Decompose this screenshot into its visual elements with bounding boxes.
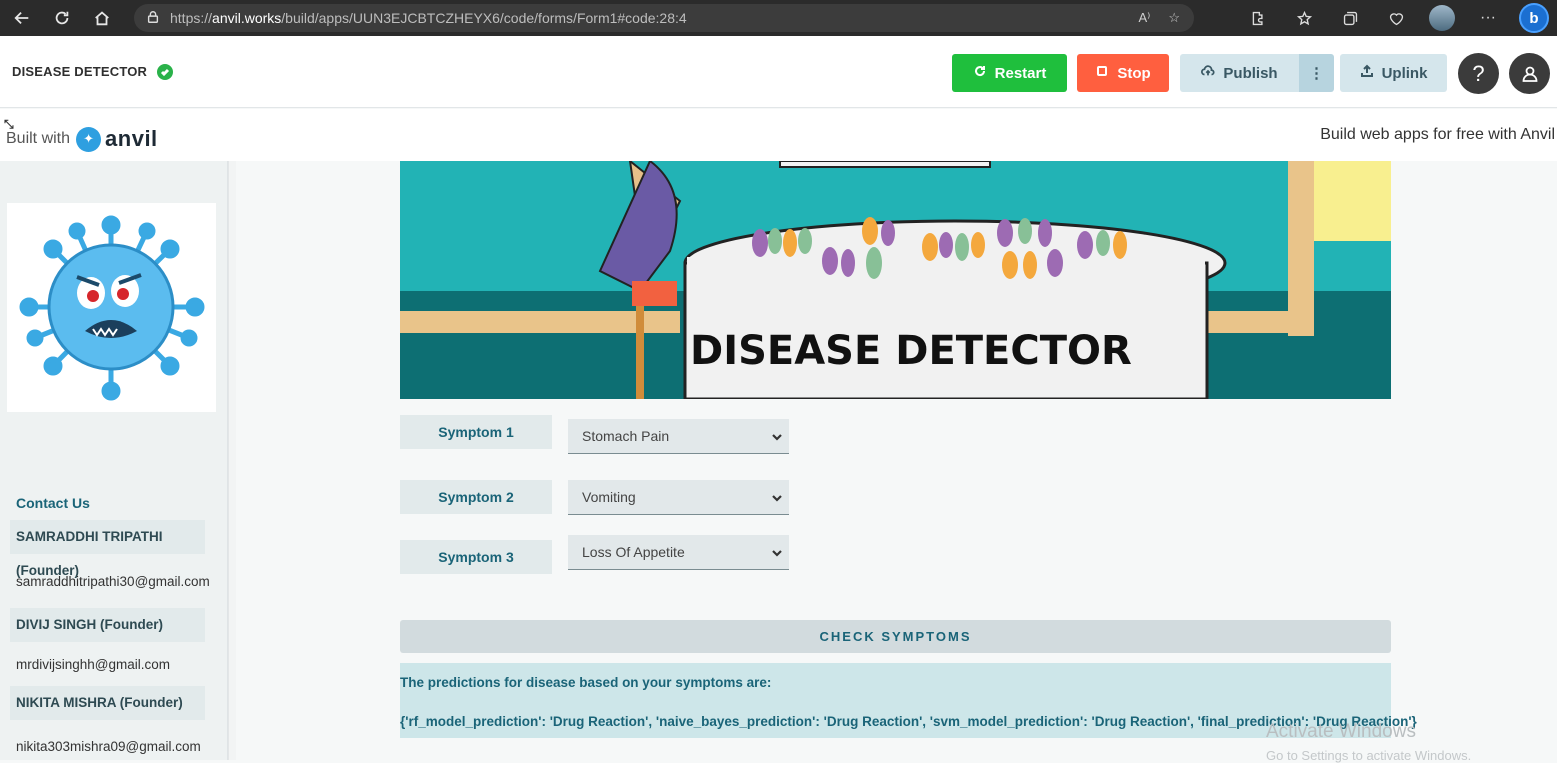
result-heading: The predictions for disease based on you… <box>400 675 772 690</box>
chevron-down-icon <box>771 546 783 562</box>
lock-icon <box>146 10 160 27</box>
profile-avatar[interactable] <box>1419 0 1465 36</box>
symptom-label: Symptom 2 <box>400 480 552 514</box>
user-icon[interactable] <box>1509 53 1550 94</box>
symptom-1-value: Stomach Pain <box>582 428 670 444</box>
extensions-icon[interactable] <box>1235 0 1281 36</box>
url-prefix: https:// <box>170 10 213 26</box>
symptom-2-dropdown[interactable]: Vomiting <box>568 480 789 515</box>
uplink-label: Uplink <box>1381 64 1428 82</box>
built-with-bar: Built with ✦ anvil ⤡ Build web apps for … <box>0 109 1557 161</box>
hero-title: DISEASE DETECTOR <box>690 328 1132 374</box>
activate-windows-watermark: Activate Windows <box>1266 721 1416 742</box>
bing-icon[interactable]: b <box>1511 0 1557 36</box>
restart-icon <box>973 64 987 82</box>
symptom-1-dropdown[interactable]: Stomach Pain <box>568 419 789 454</box>
symptom-3-dropdown[interactable]: Loss Of Appetite <box>568 535 789 570</box>
symptom-label: Symptom 3 <box>400 540 552 574</box>
stop-button[interactable]: Stop <box>1077 54 1169 92</box>
result-text: {'rf_model_prediction': 'Drug Reaction',… <box>400 714 1417 729</box>
stop-icon <box>1095 64 1109 82</box>
restart-button[interactable]: Restart <box>952 54 1067 92</box>
founder-name: NIKITA MISHRA (Founder) <box>10 686 205 720</box>
uplink-button[interactable]: Uplink <box>1340 54 1447 92</box>
help-button[interactable]: ? <box>1458 53 1499 94</box>
build-free-link[interactable]: Build web apps for free with Anvil <box>1320 126 1555 144</box>
cloud-upload-icon <box>1201 64 1215 82</box>
refresh-icon[interactable] <box>44 0 80 36</box>
symptom-label: Symptom 1 <box>400 415 552 449</box>
address-bar[interactable]: https://anvil.works/build/apps/UUN3EJCBT… <box>134 4 1194 32</box>
founder-email[interactable]: nikita303mishra09@gmail.com <box>16 739 201 754</box>
anvil-logo-icon: ✦ <box>76 126 102 152</box>
anvil-logo-word: anvil <box>105 126 158 151</box>
check-symptoms-button[interactable]: CHECK SYMPTOMS <box>400 620 1391 653</box>
founder-email[interactable]: samraddhitripathi30@gmail.com <box>16 574 210 589</box>
founder-email[interactable]: mrdivijsinghh@gmail.com <box>16 657 170 672</box>
home-icon[interactable] <box>84 0 120 36</box>
favorites-icon[interactable] <box>1281 0 1327 36</box>
publish-button[interactable]: Publish <box>1180 54 1299 92</box>
stop-label: Stop <box>1117 64 1151 82</box>
browser-toolbar: https://anvil.works/build/apps/UUN3EJCBT… <box>0 0 1557 36</box>
check-circle-icon <box>157 63 174 80</box>
built-with-link[interactable]: Built with ✦ anvil <box>6 126 158 152</box>
app-header: DISEASE DETECTOR Restart Stop Publish ⋮ … <box>0 36 1557 108</box>
health-icon[interactable] <box>1373 0 1419 36</box>
symptom-2-value: Vomiting <box>582 489 636 505</box>
chevron-down-icon <box>771 430 783 446</box>
upload-icon <box>1360 64 1374 82</box>
prediction-result-panel: The predictions for disease based on you… <box>400 663 1417 738</box>
chevron-down-icon <box>771 491 783 507</box>
publish-menu-button[interactable]: ⋮ <box>1299 54 1334 92</box>
collapse-icon[interactable]: ⤡ <box>4 117 14 132</box>
anvil-logo: ✦ anvil <box>76 126 158 152</box>
publish-label: Publish <box>1223 64 1278 82</box>
app-name: DISEASE DETECTOR <box>12 64 148 79</box>
read-aloud-icon[interactable]: A⁾ <box>1138 10 1150 26</box>
collections-icon[interactable] <box>1327 0 1373 36</box>
hero-banner-image: DISEASE DETECTOR <box>400 161 1391 399</box>
founder-name: DIVIJ SINGH (Founder) <box>10 608 205 642</box>
back-icon[interactable] <box>4 0 40 36</box>
sidebar-scrollbar[interactable] <box>228 161 236 760</box>
favorite-add-icon[interactable]: ☆ <box>1168 10 1180 26</box>
activate-windows-hint: Go to Settings to activate Windows. <box>1266 748 1472 763</box>
restart-label: Restart <box>994 64 1047 82</box>
symptom-3-value: Loss Of Appetite <box>582 544 685 560</box>
founder-name: SAMRADDHI TRIPATHI (Founder) <box>10 520 205 578</box>
contact-title: Contact Us <box>16 495 90 511</box>
sidebar: Contact Us SAMRADDHI TRIPATHI (Founder) … <box>0 161 228 760</box>
url-host: anvil.works <box>212 10 282 26</box>
built-with-text: Built with <box>6 130 71 147</box>
url-path: /build/apps/UUN3EJCBTCZHEYX6/code/forms/… <box>281 10 687 26</box>
more-icon[interactable]: ··· <box>1465 0 1511 36</box>
virus-logo-image <box>7 203 216 412</box>
